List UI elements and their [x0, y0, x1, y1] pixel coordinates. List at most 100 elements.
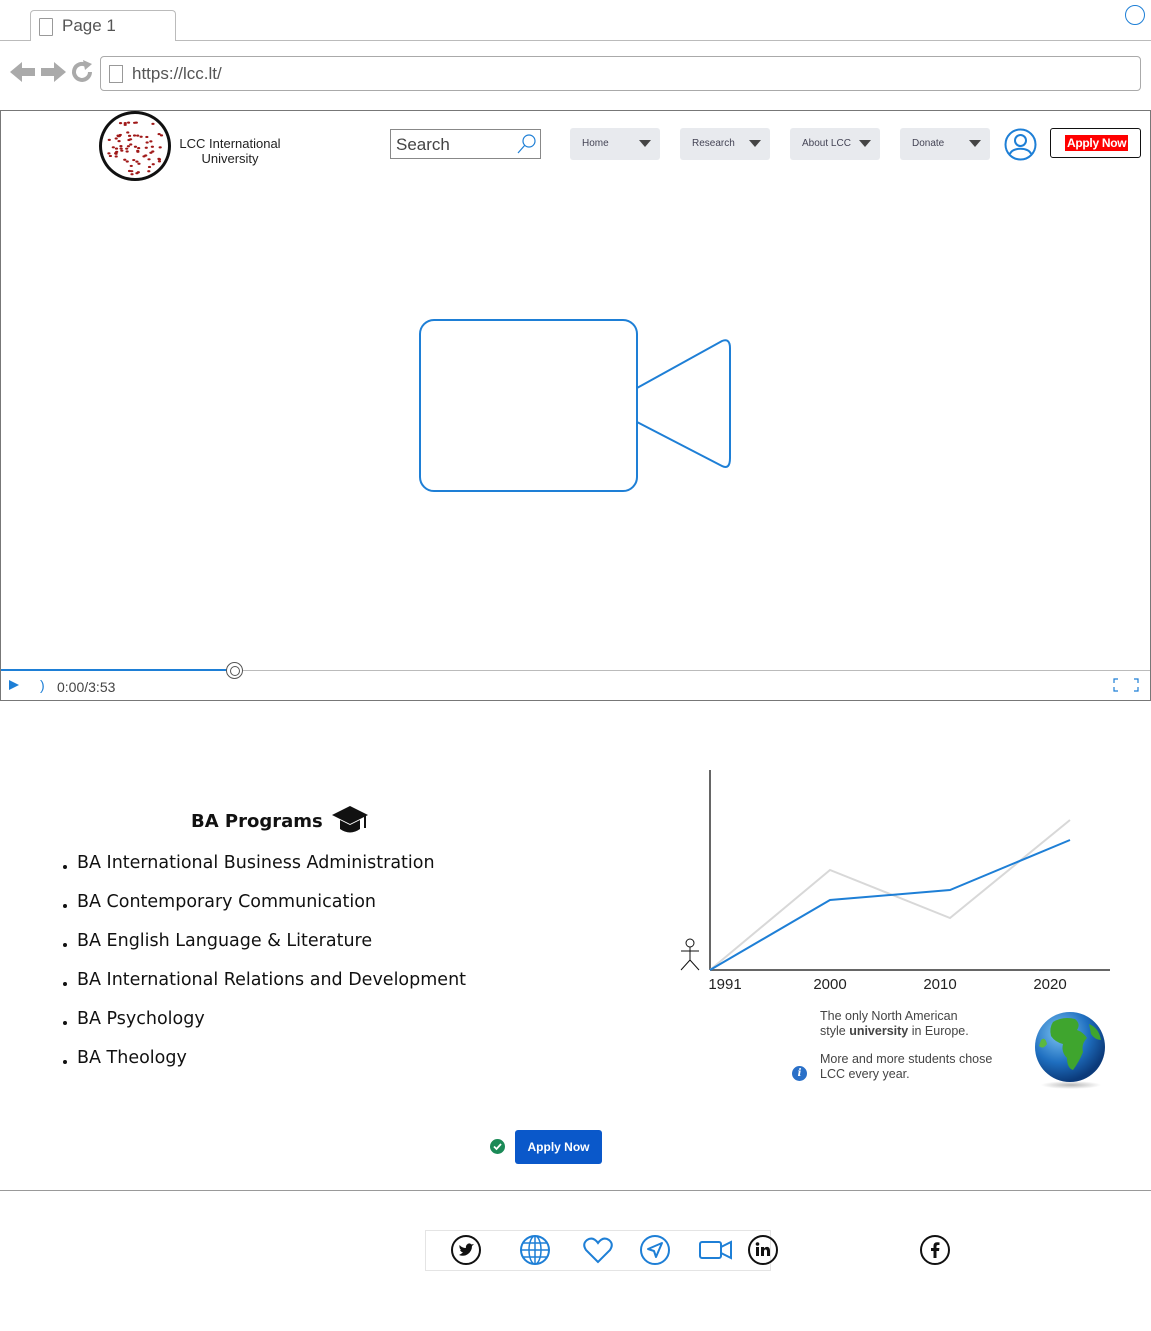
list-item[interactable]: BA Psychology — [60, 1007, 466, 1046]
video-progress-handle[interactable] — [226, 662, 243, 679]
logo-dot — [157, 160, 162, 163]
facebook-icon[interactable] — [919, 1234, 951, 1266]
info-text-1: The only North American style university… — [820, 1009, 969, 1038]
logo-dot — [136, 149, 140, 152]
info-line-3: More and more students chose — [820, 1052, 993, 1066]
logo-dot — [130, 173, 134, 176]
logo-dot — [114, 147, 119, 150]
info-icon[interactable]: i — [792, 1066, 807, 1081]
chevron-down-icon — [969, 140, 981, 147]
logo-dot — [115, 150, 119, 153]
apply-now-button[interactable]: Apply Now — [515, 1130, 602, 1164]
play-icon[interactable] — [9, 680, 19, 690]
menu-label: Home — [582, 138, 609, 149]
info-bold: university — [849, 1024, 909, 1038]
reload-icon[interactable] — [70, 60, 94, 88]
logo-dot — [125, 150, 129, 153]
forward-icon[interactable] — [40, 60, 66, 88]
logo-dot — [135, 160, 139, 163]
list-item[interactable]: BA International Business Administration — [60, 851, 466, 890]
logo-dot — [147, 165, 152, 169]
menu-research[interactable]: Research — [680, 128, 770, 160]
logo-dot — [147, 170, 151, 173]
logo-dot — [123, 121, 127, 125]
apply-label: Apply Now — [1065, 135, 1129, 151]
logo-dot — [129, 143, 133, 146]
list-item[interactable]: BA English Language & Literature — [60, 929, 466, 968]
search-icon[interactable] — [515, 133, 537, 155]
globe-icon[interactable] — [519, 1234, 551, 1266]
university-logo[interactable] — [99, 111, 171, 181]
video-time: 0:00/3:53 — [57, 679, 116, 695]
logo-dot — [119, 145, 123, 148]
heart-icon[interactable] — [582, 1234, 614, 1266]
programs-list: BA International Business Administration… — [60, 851, 466, 1085]
list-item[interactable]: BA International Relations and Developme… — [60, 968, 466, 1007]
logo-dot — [137, 146, 141, 150]
growth-chart: 1991 2000 2010 2020 — [670, 760, 1120, 1005]
logo-dot — [151, 163, 155, 166]
video-placeholder-icon[interactable] — [418, 318, 734, 499]
tab-title: Page 1 — [62, 16, 116, 35]
page-icon — [39, 18, 53, 36]
menu-donate[interactable]: Donate — [900, 128, 990, 160]
logo-dot — [107, 152, 111, 155]
back-icon[interactable] — [10, 60, 36, 88]
logo-dot — [149, 140, 153, 143]
footer-divider — [0, 1190, 1151, 1191]
logo-dot — [149, 151, 153, 154]
logo-dot — [123, 158, 127, 161]
logo-dot — [132, 134, 137, 137]
url-bar[interactable]: https://lcc.lt/ — [100, 56, 1141, 91]
chevron-down-icon — [639, 140, 651, 147]
x-tick-label: 2000 — [813, 976, 846, 993]
search-input[interactable]: Search — [390, 129, 541, 159]
list-item[interactable]: BA Theology — [60, 1046, 466, 1085]
navigation-icon[interactable] — [639, 1234, 671, 1266]
chevron-down-icon — [749, 140, 761, 147]
logo-dot — [132, 158, 136, 162]
user-account-icon[interactable] — [1004, 128, 1037, 161]
logo-dot — [157, 158, 162, 161]
logo-dot — [120, 149, 124, 152]
window-circle-icon[interactable] — [1125, 5, 1145, 25]
video-progress-fill — [1, 669, 234, 671]
logo-dot — [114, 155, 118, 158]
logo-dot — [117, 140, 121, 143]
logo-dot — [118, 122, 123, 125]
logo-dot — [151, 122, 155, 125]
logo-dot — [145, 135, 149, 139]
video-icon[interactable] — [698, 1234, 734, 1266]
logo-dot — [145, 141, 149, 144]
menu-label: About LCC — [802, 138, 851, 149]
menu-about[interactable]: About LCC — [790, 128, 880, 160]
info-text-2: More and more students chose LCC every y… — [820, 1052, 1020, 1082]
x-tick-label: 2020 — [1033, 976, 1066, 993]
twitter-icon[interactable] — [450, 1234, 482, 1266]
x-tick-label: 2010 — [923, 976, 956, 993]
logo-dot — [158, 146, 162, 149]
menu-label: Research — [692, 138, 735, 149]
logo-dot — [139, 135, 143, 138]
list-item[interactable]: BA Contemporary Communication — [60, 890, 466, 929]
logo-dot — [136, 171, 140, 174]
x-tick-label: 1991 — [708, 976, 741, 993]
search-placeholder: Search — [396, 135, 450, 154]
apply-now-button-header[interactable]: Apply Now — [1050, 128, 1141, 158]
menu-home[interactable]: Home — [570, 128, 660, 160]
logo-dot — [116, 134, 120, 137]
volume-icon[interactable]: ) — [40, 677, 45, 693]
logo-dot — [127, 134, 132, 137]
logo-dot — [111, 146, 115, 149]
logo-dot — [126, 131, 130, 134]
logo-dot — [119, 147, 123, 150]
linkedin-icon[interactable] — [747, 1234, 779, 1266]
logo-dot — [130, 170, 134, 173]
info-line-4: LCC every year. — [820, 1067, 910, 1081]
logo-dot — [157, 132, 161, 136]
logo-dot — [147, 158, 151, 161]
logo-dot — [144, 146, 148, 149]
fullscreen-icon[interactable] — [1113, 678, 1139, 697]
browser-tab[interactable]: Page 1 — [30, 10, 176, 41]
logo-dot — [129, 164, 133, 168]
